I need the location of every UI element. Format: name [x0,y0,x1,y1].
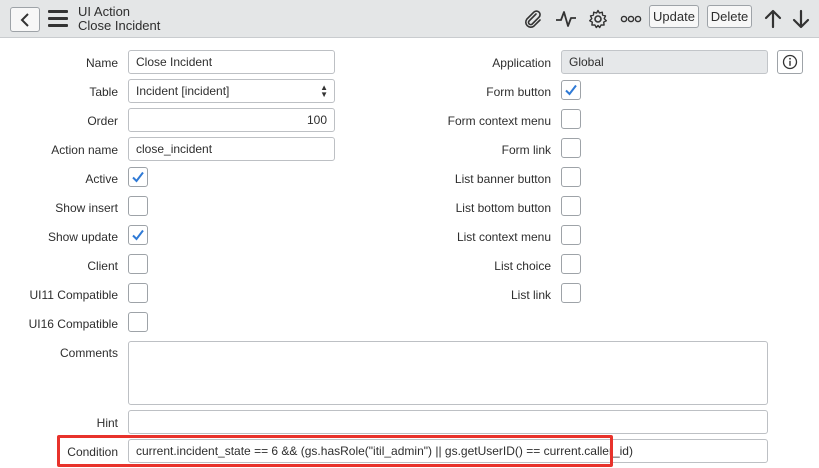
delete-button[interactable]: Delete [707,5,752,28]
list-bottom-button-label: List bottom button [455,201,551,215]
form-link-checkbox[interactable] [561,138,581,158]
form-link-label: Form link [501,143,551,157]
hamburger-menu-icon[interactable] [48,10,68,27]
arrow-up-icon[interactable] [760,6,786,32]
back-icon [20,12,29,27]
ui16-compatible-checkbox[interactable] [128,312,148,332]
back-button[interactable] [10,7,40,32]
order-label: Order [87,114,118,128]
activity-pulse-icon[interactable] [553,6,579,32]
hint-input[interactable] [128,410,768,434]
show-insert-label: Show insert [55,201,118,215]
update-button[interactable]: Update [649,5,699,28]
select-arrows-icon: ▲ ▼ [320,83,328,99]
list-banner-button-label: List banner button [454,172,551,186]
active-checkbox[interactable] [128,167,148,187]
action-name-label: Action name [51,143,118,157]
form-context-menu-label: Form context menu [447,114,551,128]
table-label: Table [89,85,118,99]
list-context-menu-checkbox[interactable] [561,225,581,245]
name-label: Name [85,56,118,70]
list-choice-label: List choice [494,259,551,273]
gear-icon[interactable] [585,6,611,32]
checkmark-icon [132,229,144,241]
form-button-checkbox[interactable] [561,80,581,100]
list-bottom-button-checkbox[interactable] [561,196,581,216]
checkmark-icon [132,171,144,183]
client-label: Client [87,259,118,273]
ui16-compatible-label: UI16 Compatible [28,317,118,331]
list-link-checkbox[interactable] [561,283,581,303]
ui11-compatible-label: UI11 Compatible [29,288,119,302]
application-label: Application [492,56,551,70]
form-button-label: Form button [486,85,551,99]
record-type: UI Action [78,4,131,19]
info-icon [782,54,798,70]
name-input[interactable]: Close Incident [128,50,335,74]
ui11-compatible-checkbox[interactable] [128,283,148,303]
paperclip-icon[interactable] [520,6,546,32]
comments-label: Comments [59,346,118,360]
comments-textarea[interactable] [128,341,768,405]
list-link-label: List link [510,288,551,302]
order-input[interactable]: 100 [128,108,335,132]
form-context-menu-checkbox[interactable] [561,109,581,129]
action-name-input[interactable]: close_incident [128,137,335,161]
application-field: Global [561,50,768,74]
condition-highlight-box [57,435,613,467]
show-update-checkbox[interactable] [128,225,148,245]
active-label: Active [85,172,118,186]
list-choice-checkbox[interactable] [561,254,581,274]
table-select-value: Incident [incident] [136,84,230,98]
show-insert-checkbox[interactable] [128,196,148,216]
list-context-menu-label: List context menu [456,230,551,244]
hint-label: Hint [96,416,118,430]
list-banner-button-checkbox[interactable] [561,167,581,187]
arrow-down-icon[interactable] [788,6,814,32]
record-name: Close Incident [78,18,161,33]
table-select[interactable]: Incident [incident] ▲ ▼ [128,79,335,103]
client-checkbox[interactable] [128,254,148,274]
checkmark-icon [565,84,577,96]
more-options-icon[interactable] [618,6,644,32]
record-title: UI Action Close Incident [78,5,160,33]
show-update-label: Show update [47,230,118,244]
form-header: UI Action Close Incident Update Delete [0,0,819,38]
info-button[interactable] [777,50,803,74]
